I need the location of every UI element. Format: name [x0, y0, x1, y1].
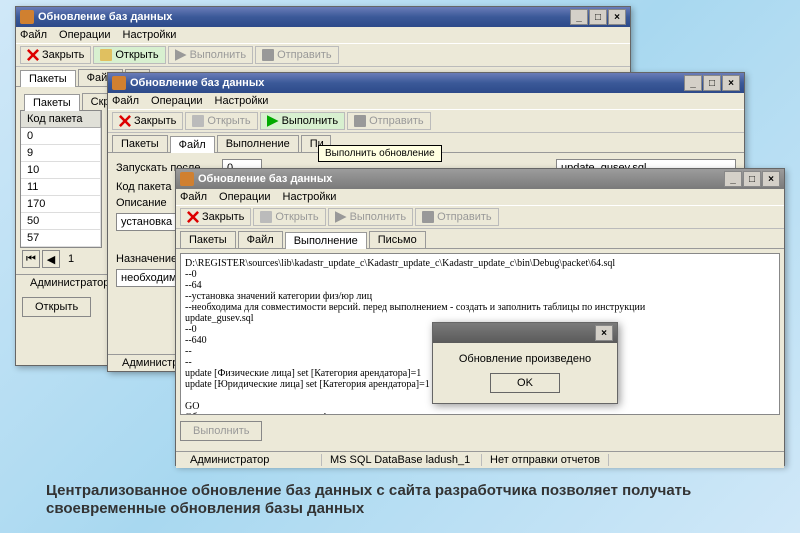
menubar: Файл Операции Настройки — [176, 189, 784, 205]
run-button-tb[interactable]: Выполнить — [168, 46, 253, 64]
status-db: MS SQL DataBase ladush_1 — [322, 454, 482, 466]
grid-cell[interactable]: 9 — [21, 145, 101, 161]
titlebar-3: Обновление баз данных _ □ × — [176, 169, 784, 189]
grid-cell[interactable]: 170 — [21, 196, 101, 212]
close-button[interactable]: × — [762, 171, 780, 187]
maximize-button[interactable]: □ — [743, 171, 761, 187]
app-icon — [180, 172, 194, 186]
grid: Код пакета 0 9 10 11 170 50 57 — [20, 110, 102, 248]
app-icon — [112, 76, 126, 90]
tab-packets[interactable]: Пакеты — [180, 231, 236, 248]
pager-first[interactable]: ⏮ — [22, 250, 40, 268]
tab-letter[interactable]: Письмо — [369, 231, 426, 248]
menu-operations[interactable]: Операции — [59, 29, 110, 41]
tab-exec[interactable]: Выполнение — [285, 232, 367, 249]
dialog: × Обновление произведено OK — [432, 322, 618, 404]
close-icon — [187, 211, 199, 223]
send-button-tb[interactable]: Отправить — [347, 112, 431, 130]
window-title: Обновление баз данных — [198, 173, 332, 185]
tabbar-3: Пакеты Файл Выполнение Письмо — [176, 229, 784, 249]
maximize-button[interactable]: □ — [589, 9, 607, 25]
statusbar-3: Администратор MS SQL DataBase ladush_1 Н… — [176, 451, 784, 468]
close-icon — [27, 49, 39, 61]
mail-icon — [422, 211, 434, 223]
play-icon — [175, 49, 187, 61]
run-button[interactable]: Выполнить — [180, 421, 262, 441]
menu-file[interactable]: Файл — [180, 191, 207, 203]
menu-operations[interactable]: Операции — [151, 95, 202, 107]
mail-icon — [354, 115, 366, 127]
play-icon — [335, 211, 347, 223]
run-button-tb[interactable]: Выполнить — [328, 208, 413, 226]
tab-packets[interactable]: Пакеты — [20, 70, 76, 87]
close-icon — [119, 115, 131, 127]
grid-cell[interactable]: 10 — [21, 162, 101, 178]
send-button-tb[interactable]: Отправить — [415, 208, 499, 226]
menu-settings[interactable]: Настройки — [283, 191, 337, 203]
close-button[interactable]: × — [608, 9, 626, 25]
dialog-titlebar: × — [433, 323, 617, 343]
menu-operations[interactable]: Операции — [219, 191, 270, 203]
maximize-button[interactable]: □ — [703, 75, 721, 91]
minimize-button[interactable]: _ — [684, 75, 702, 91]
toolbar: Закрыть Открыть Выполнить Отправить — [176, 205, 784, 229]
mail-icon — [262, 49, 274, 61]
folder-icon — [100, 49, 112, 61]
folder-icon — [192, 115, 204, 127]
grid-cell[interactable]: 57 — [21, 230, 101, 246]
window-title: Обновление баз данных — [130, 77, 264, 89]
toolbar: Закрыть Открыть Выполнить Отправить — [16, 43, 630, 67]
status-admin: Администратор — [22, 277, 118, 289]
open-button-tb[interactable]: Открыть — [185, 112, 257, 130]
grid-cell[interactable]: 11 — [21, 179, 101, 195]
open-button[interactable]: Открыть — [22, 297, 91, 317]
titlebar-1: Обновление баз данных _ □ × — [16, 7, 630, 27]
window-3: Обновление баз данных _ □ × Файл Операци… — [175, 168, 785, 466]
dialog-close-button[interactable]: × — [595, 325, 613, 341]
tab-file[interactable]: Файл — [238, 231, 283, 248]
titlebar-2: Обновление баз данных _ □ × — [108, 73, 744, 93]
minimize-button[interactable]: _ — [570, 9, 588, 25]
close-button-tb[interactable]: Закрыть — [180, 208, 251, 226]
pager-page: 1 — [62, 253, 80, 265]
window-title: Обновление баз данных — [38, 11, 172, 23]
tab-packets[interactable]: Пакеты — [112, 135, 168, 152]
menu-file[interactable]: Файл — [112, 95, 139, 107]
grid-cell[interactable]: 0 — [21, 128, 101, 144]
close-button[interactable]: × — [722, 75, 740, 91]
grid-header: Код пакета — [21, 111, 101, 127]
close-button-tb[interactable]: Закрыть — [112, 112, 183, 130]
menu-settings[interactable]: Настройки — [123, 29, 177, 41]
run-button-tb[interactable]: Выполнить — [260, 112, 345, 130]
send-button-tb[interactable]: Отправить — [255, 46, 339, 64]
menu-file[interactable]: Файл — [20, 29, 47, 41]
play-icon — [267, 115, 279, 127]
menubar: Файл Операции Настройки — [108, 93, 744, 109]
tab-exec[interactable]: Выполнение — [217, 135, 299, 152]
menu-settings[interactable]: Настройки — [215, 95, 269, 107]
open-button-tb[interactable]: Открыть — [253, 208, 325, 226]
tab-file[interactable]: Файл — [170, 136, 215, 153]
ok-button[interactable]: OK — [490, 373, 560, 393]
dialog-message: Обновление произведено — [453, 353, 597, 365]
toolbar: Закрыть Открыть Выполнить Отправить — [108, 109, 744, 133]
subtab-packets[interactable]: Пакеты — [24, 94, 80, 111]
slide-caption: Централизованное обновление баз данных с… — [46, 482, 746, 518]
menubar: Файл Операции Настройки — [16, 27, 630, 43]
pager-prev[interactable]: ◀ — [42, 250, 60, 268]
minimize-button[interactable]: _ — [724, 171, 742, 187]
grid-cell[interactable]: 50 — [21, 213, 101, 229]
app-icon — [20, 10, 34, 24]
folder-icon — [260, 211, 272, 223]
tooltip: Выполнить обновление — [318, 145, 442, 162]
close-button-tb[interactable]: Закрыть — [20, 46, 91, 64]
status-admin: Администратор — [182, 454, 322, 466]
status-reports: Нет отправки отчетов — [482, 454, 609, 466]
open-button-tb[interactable]: Открыть — [93, 46, 165, 64]
